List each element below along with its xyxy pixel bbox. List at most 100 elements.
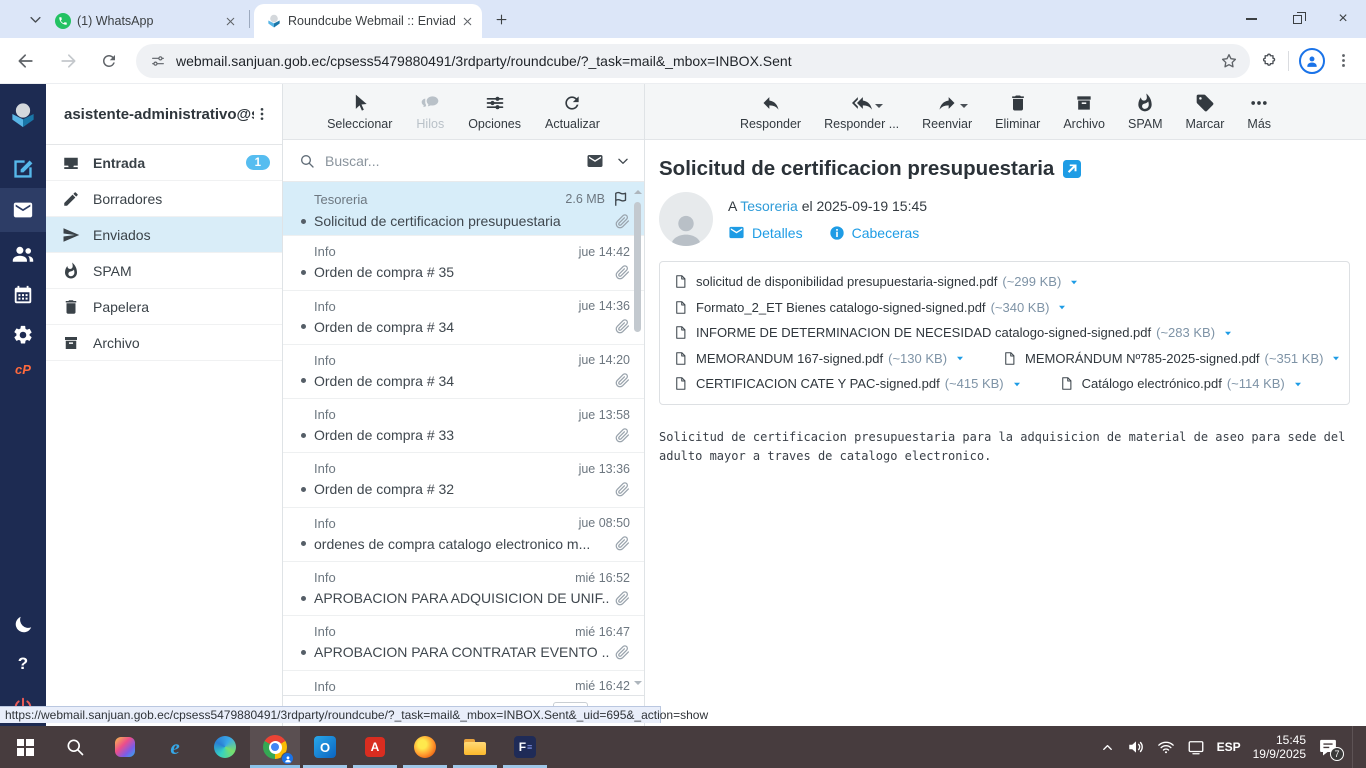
folder-item-archivo[interactable]: Archivo <box>46 325 282 361</box>
firefox-button[interactable] <box>400 726 450 768</box>
window-close-button[interactable]: × <box>1320 0 1366 38</box>
edge-button[interactable] <box>200 726 250 768</box>
toolbar-button-marcar[interactable]: Marcar <box>1181 93 1230 131</box>
volume-icon[interactable] <box>1127 738 1145 756</box>
attachment-menu-caret-icon[interactable] <box>1011 378 1023 390</box>
flag-icon[interactable] <box>612 190 630 208</box>
calendar-icon[interactable] <box>12 284 34 306</box>
search-input[interactable] <box>325 152 586 169</box>
dropdown-caret-icon[interactable] <box>960 103 969 112</box>
chrome-button[interactable] <box>250 726 300 768</box>
folder-item-papelera[interactable]: Papelera <box>46 289 282 325</box>
toolbar-button-más[interactable]: Más <box>1242 93 1276 131</box>
folder-item-enviados[interactable]: Enviados <box>46 217 282 253</box>
toolbar-button-opciones[interactable]: Opciones <box>463 93 526 131</box>
window-restore-button[interactable] <box>1274 0 1320 38</box>
folder-item-borradores[interactable]: Borradores <box>46 181 282 217</box>
search-options-chevron-icon[interactable] <box>616 154 630 168</box>
forward-button[interactable] <box>58 51 78 71</box>
toolbar-button-reenviar[interactable]: Reenviar <box>917 93 977 131</box>
help-icon[interactable]: ? <box>18 654 28 674</box>
details-toggle[interactable]: Detalles <box>728 224 803 241</box>
dropdown-caret-icon[interactable] <box>874 103 883 112</box>
language-indicator[interactable]: ESP <box>1217 740 1241 754</box>
rail-mail-button[interactable] <box>0 188 46 232</box>
attachment-item[interactable]: Catálogo electrónico.pdf (~114 KB) <box>1059 375 1304 392</box>
internet-explorer-button[interactable]: e <box>150 726 200 768</box>
tab-close-icon[interactable] <box>461 15 474 28</box>
attachment-menu-caret-icon[interactable] <box>1068 276 1080 288</box>
message-row[interactable]: Info jue 14:42 Orden de compra # 35 <box>283 236 644 291</box>
notification-center-button[interactable]: 7 <box>1318 737 1344 761</box>
account-header[interactable]: asistente-administrativo@sa... <box>46 84 282 145</box>
attachment-item[interactable]: solicitud de disponibilidad presupuestar… <box>673 273 1080 290</box>
headers-toggle[interactable]: Cabeceras <box>829 225 919 241</box>
message-row[interactable]: Info jue 08:50 ordenes de compra catalog… <box>283 508 644 563</box>
taskbar-search-button[interactable] <box>50 726 100 768</box>
new-tab-button[interactable] <box>494 12 509 27</box>
folder-item-spam[interactable]: SPAM <box>46 253 282 289</box>
outlook-button[interactable]: O <box>300 726 350 768</box>
compose-icon[interactable] <box>10 156 36 182</box>
toolbar-button-actualizar[interactable]: Actualizar <box>540 93 605 131</box>
contacts-icon[interactable] <box>11 242 36 267</box>
tab-roundcube[interactable]: Roundcube Webmail :: Enviados <box>254 4 482 38</box>
profile-avatar[interactable] <box>1299 47 1325 74</box>
folder-item-entrada[interactable]: Entrada 1 <box>46 145 282 181</box>
cpanel-icon[interactable]: cP <box>15 362 31 377</box>
file-explorer-button[interactable] <box>450 726 500 768</box>
tab-list-chevron-icon[interactable] <box>28 12 43 27</box>
back-button[interactable] <box>16 51 36 71</box>
f-app-button[interactable]: F ≡ <box>500 726 550 768</box>
acrobat-button[interactable]: A <box>350 726 400 768</box>
attachment-item[interactable]: MEMORANDUM 167-signed.pdf (~130 KB) <box>673 350 966 367</box>
search-scope-mail-icon[interactable] <box>586 152 604 170</box>
bookmark-star-icon[interactable] <box>1220 52 1238 70</box>
toolbar-button-responder[interactable]: Responder <box>735 93 806 131</box>
message-row[interactable]: Info mié 16:42 <box>283 671 644 695</box>
message-row[interactable]: Info jue 14:36 Orden de compra # 34 <box>283 291 644 345</box>
site-info-icon[interactable] <box>150 53 166 69</box>
reload-button[interactable] <box>100 52 118 70</box>
recipient-link[interactable]: Tesoreria <box>740 198 798 214</box>
account-menu-icon[interactable] <box>254 106 270 122</box>
attachment-menu-caret-icon[interactable] <box>954 352 966 364</box>
attachment-menu-caret-icon[interactable] <box>1222 327 1234 339</box>
tray-expand-chevron-icon[interactable] <box>1100 740 1115 755</box>
scroll-up-arrow[interactable] <box>633 186 642 194</box>
open-in-new-window-icon[interactable] <box>1063 160 1081 178</box>
message-row[interactable]: Info mié 16:52 APROBACION PARA ADQUISICI… <box>283 562 644 617</box>
list-scrollbar[interactable] <box>633 186 642 691</box>
toolbar-button-spam[interactable]: SPAM <box>1123 93 1168 131</box>
extensions-puzzle-icon[interactable] <box>1260 52 1278 70</box>
scrollbar-thumb[interactable] <box>634 202 641 332</box>
dark-mode-moon-icon[interactable] <box>12 614 34 636</box>
toolbar-button-eliminar[interactable]: Eliminar <box>990 93 1045 131</box>
attachment-menu-caret-icon[interactable] <box>1330 352 1342 364</box>
wifi-icon[interactable] <box>1157 738 1175 756</box>
attachment-item[interactable]: Formato_2_ET Bienes catalogo-signed-sign… <box>673 299 1068 316</box>
tab-whatsapp[interactable]: (1) WhatsApp <box>43 4 245 38</box>
message-row[interactable]: Info jue 14:20 Orden de compra # 34 <box>283 345 644 400</box>
window-minimize-button[interactable] <box>1228 0 1274 38</box>
toolbar-button-responder[interactable]: Responder ... <box>819 93 904 131</box>
taskbar-clock[interactable]: 15:45 19/9/2025 <box>1253 733 1306 761</box>
message-row[interactable]: Info jue 13:36 Orden de compra # 32 <box>283 453 644 508</box>
address-bar[interactable]: webmail.sanjuan.gob.ec/cpsess5479880491/… <box>136 43 1250 78</box>
toolbar-button-seleccionar[interactable]: Seleccionar <box>322 93 397 131</box>
attachment-menu-caret-icon[interactable] <box>1292 378 1304 390</box>
attachment-item[interactable]: MEMORÁNDUM Nº785-2025-signed.pdf (~351 K… <box>1002 350 1342 367</box>
settings-gear-icon[interactable] <box>12 324 34 346</box>
scroll-down-arrow[interactable] <box>633 681 642 689</box>
attachment-item[interactable]: CERTIFICACION CATE Y PAC-signed.pdf (~41… <box>673 375 1023 392</box>
toolbar-button-hilos[interactable]: Hilos <box>411 93 449 131</box>
start-button[interactable] <box>0 726 50 768</box>
message-row[interactable]: Tesoreria 2.6 MB Solicitud de certificac… <box>283 182 644 237</box>
show-desktop-button[interactable] <box>1352 726 1356 768</box>
toolbar-button-archivo[interactable]: Archivo <box>1058 93 1110 131</box>
connect-display-icon[interactable] <box>1187 738 1205 756</box>
message-row[interactable]: Info jue 13:58 Orden de compra # 33 <box>283 399 644 454</box>
copilot-button[interactable] <box>100 726 150 768</box>
tab-close-icon[interactable] <box>224 15 237 28</box>
attachment-item[interactable]: INFORME DE DETERMINACION DE NECESIDAD ca… <box>673 324 1234 341</box>
